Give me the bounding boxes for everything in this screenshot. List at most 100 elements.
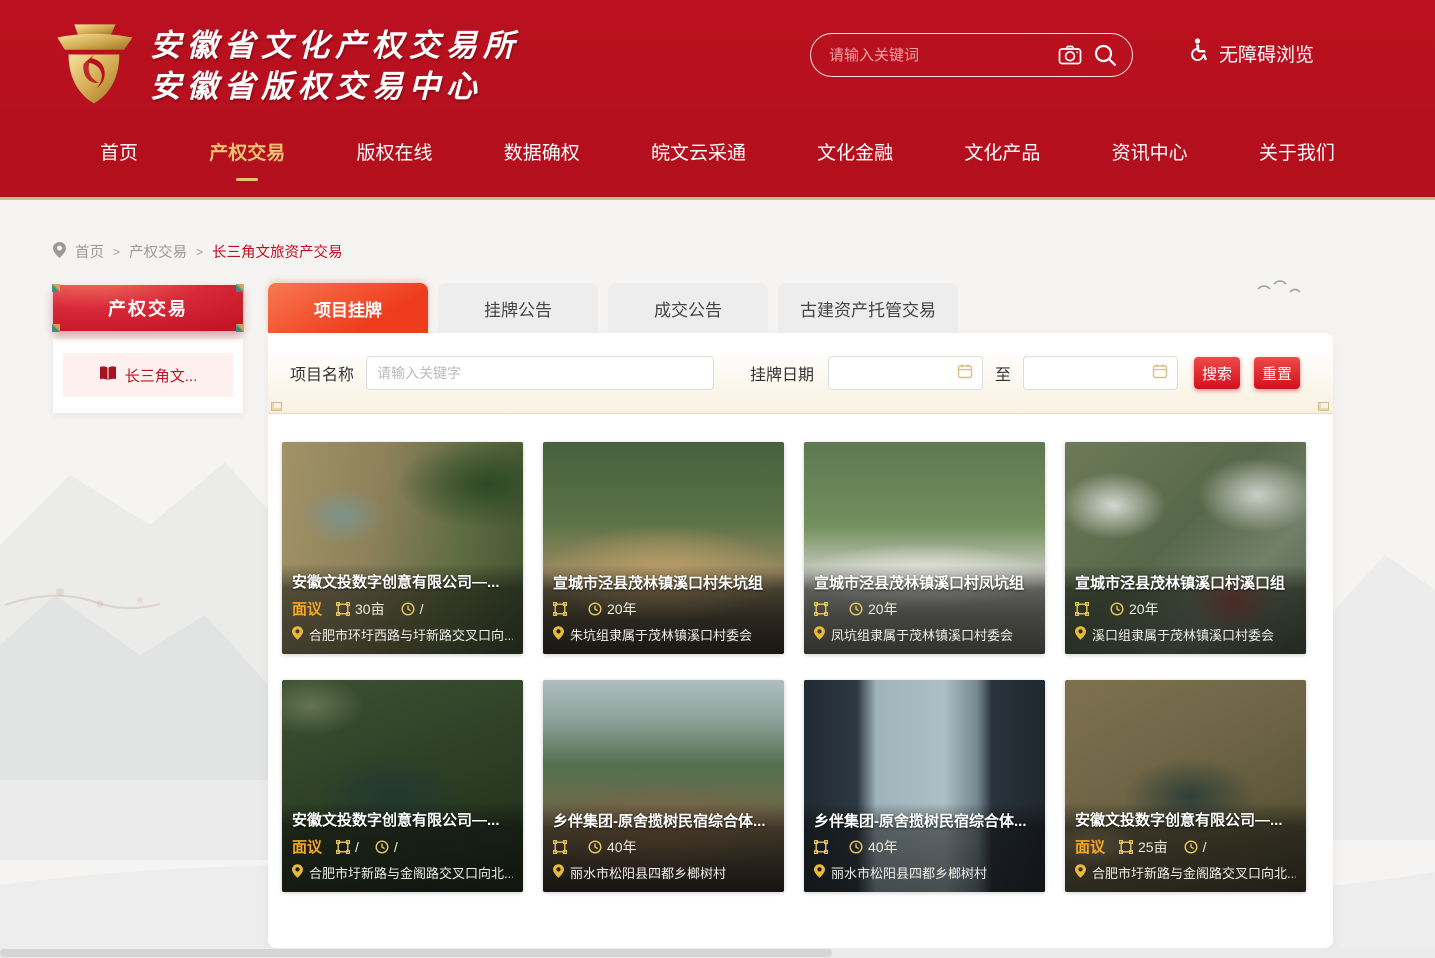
- tab-bar: 项目挂牌 挂牌公告 成交公告 古建资产托管交易: [268, 283, 1333, 333]
- breadcrumb-current: 长三角文旅资产交易: [212, 241, 343, 262]
- area-icon: [1075, 602, 1089, 616]
- card-location: 合肥市圩新路与金阁路交叉口向北...: [292, 863, 513, 882]
- camera-icon[interactable]: [1058, 45, 1082, 65]
- card-meta: 40年: [814, 837, 1035, 857]
- calendar-icon[interactable]: [1152, 363, 1168, 384]
- duration-value: /: [420, 601, 424, 617]
- project-name-label: 项目名称: [290, 361, 354, 385]
- site-title: 安徽省文化产权交易所 安徽省版权交易中心: [150, 26, 520, 108]
- card-overlay: 安徽文投数字创意有限公司—... 面议 / / 合肥市圩新路与金阁路交叉口向北.…: [282, 802, 523, 892]
- nav-item-news-center[interactable]: 资讯中心: [1112, 138, 1188, 177]
- property-card[interactable]: 宣城市泾县茂林镇溪口村溪口组 20年 溪口组隶属于茂林镇溪口村委会: [1065, 442, 1306, 654]
- property-card[interactable]: 安徽文投数字创意有限公司—... 面议 25亩 / 合肥市圩新路与金阁路交叉口向…: [1065, 680, 1306, 892]
- search-button[interactable]: 搜索: [1194, 357, 1240, 389]
- scrollbar-thumb[interactable]: [0, 949, 832, 957]
- card-overlay: 宣城市泾县茂林镇溪口村朱坑组 20年 朱坑组隶属于茂林镇溪口村委会: [543, 565, 784, 654]
- area-icon: [1119, 840, 1133, 854]
- breadcrumb-separator: >: [196, 245, 203, 259]
- tab-transaction-announcement[interactable]: 成交公告: [608, 283, 768, 333]
- start-date-input[interactable]: [828, 356, 983, 390]
- duration-value: 40年: [607, 837, 637, 857]
- card-meta: 面议 30亩 /: [292, 598, 513, 619]
- location-pin-icon: [814, 864, 825, 881]
- property-card[interactable]: 安徽文投数字创意有限公司—... 面议 / / 合肥市圩新路与金阁路交叉口向北.…: [282, 680, 523, 892]
- property-card[interactable]: 安徽文投数字创意有限公司—... 面议 30亩 / 合肥市环圩西路与圩新路交叉口…: [282, 442, 523, 654]
- search-icon[interactable]: [1092, 42, 1118, 68]
- card-location: 合肥市圩新路与金阁路交叉口向北...: [1075, 863, 1296, 882]
- reset-button[interactable]: 重置: [1254, 357, 1300, 389]
- card-location: 溪口组隶属于茂林镇溪口村委会: [1075, 625, 1296, 644]
- nav-item-cloud-procurement[interactable]: 皖文云采通: [651, 138, 746, 177]
- clock-icon: [401, 602, 415, 616]
- accessibility-link[interactable]: 无障碍浏览: [1188, 38, 1314, 68]
- end-date-input[interactable]: [1023, 356, 1178, 390]
- property-card[interactable]: 宣城市泾县茂林镇溪口村朱坑组 20年 朱坑组隶属于茂林镇溪口村委会: [543, 442, 784, 654]
- card-title: 乡伴集团-原舍揽树民宿综合体...: [553, 810, 774, 831]
- tab-ancient-building-custody[interactable]: 古建资产托管交易: [778, 283, 958, 333]
- area-icon: [336, 840, 350, 854]
- nav-item-about-us[interactable]: 关于我们: [1259, 138, 1335, 177]
- tab-listing-announcement[interactable]: 挂牌公告: [438, 283, 598, 333]
- breadcrumb-separator: >: [113, 245, 120, 259]
- corner-ornament: [236, 284, 244, 292]
- location-text: 合肥市圩新路与金阁路交叉口向北...: [309, 863, 513, 882]
- wheelchair-icon: [1188, 38, 1210, 68]
- property-card[interactable]: 宣城市泾县茂林镇溪口村凤坑组 20年 凤坑组隶属于茂林镇溪口村委会: [804, 442, 1045, 654]
- clock-icon: [588, 840, 602, 854]
- nav-item-property-trade[interactable]: 产权交易: [209, 138, 285, 177]
- nav-item-culture-products[interactable]: 文化产品: [964, 138, 1040, 177]
- location-text: 丽水市松阳县四都乡榔树村: [570, 863, 726, 882]
- breadcrumb-property-trade[interactable]: 产权交易: [129, 241, 187, 262]
- card-meta: 40年: [553, 837, 774, 857]
- site-header: 安徽省文化产权交易所 安徽省版权交易中心: [0, 0, 1435, 200]
- filter-corner-ornament: [1318, 402, 1329, 411]
- card-overlay: 宣城市泾县茂林镇溪口村凤坑组 20年 凤坑组隶属于茂林镇溪口村委会: [804, 565, 1045, 654]
- breadcrumb: 首页 > 产权交易 > 长三角文旅资产交易: [53, 241, 343, 262]
- card-overlay: 安徽文投数字创意有限公司—... 面议 25亩 / 合肥市圩新路与金阁路交叉口向…: [1065, 802, 1306, 892]
- card-meta: 面议 25亩 /: [1075, 836, 1296, 857]
- sidebar-item-yangtze-delta[interactable]: 长三角文...: [63, 353, 233, 397]
- price-negotiable: 面议: [292, 836, 322, 857]
- area-icon: [814, 840, 828, 854]
- filter-corner-ornament: [271, 402, 282, 411]
- location-text: 溪口组隶属于茂林镇溪口村委会: [1092, 625, 1274, 644]
- card-location: 丽水市松阳县四都乡榔树村: [553, 863, 774, 882]
- project-name-input[interactable]: [366, 356, 714, 390]
- nav-item-home[interactable]: 首页: [100, 138, 138, 177]
- card-meta: 20年: [1075, 599, 1296, 619]
- location-text: 合肥市环圩西路与圩新路交叉口向...: [309, 625, 513, 644]
- card-title: 宣城市泾县茂林镇溪口村凤坑组: [814, 572, 1035, 593]
- clock-icon: [1184, 840, 1198, 854]
- card-title: 安徽文投数字创意有限公司—...: [1075, 809, 1296, 830]
- property-card[interactable]: 乡伴集团-原舍揽树民宿综合体... 40年 丽水市松阳县四都乡榔树村: [804, 680, 1045, 892]
- card-meta: 面议 / /: [292, 836, 513, 857]
- duration-value: /: [1203, 839, 1207, 855]
- location-pin-icon: [292, 864, 303, 881]
- site-logo[interactable]: [46, 16, 140, 108]
- tab-project-listing[interactable]: 项目挂牌: [268, 283, 428, 333]
- breadcrumb-home[interactable]: 首页: [75, 241, 104, 262]
- clock-icon: [849, 602, 863, 616]
- area-icon: [814, 602, 828, 616]
- property-card[interactable]: 乡伴集团-原舍揽树民宿综合体... 40年 丽水市松阳县四都乡榔树村: [543, 680, 784, 892]
- nav-item-copyright-online[interactable]: 版权在线: [356, 138, 432, 177]
- horizontal-scrollbar[interactable]: [0, 948, 1435, 958]
- area-icon: [553, 840, 567, 854]
- card-title: 安徽文投数字创意有限公司—...: [292, 809, 513, 830]
- calendar-icon[interactable]: [957, 363, 973, 384]
- property-card-grid: 安徽文投数字创意有限公司—... 面议 30亩 / 合肥市环圩西路与圩新路交叉口…: [268, 414, 1333, 892]
- card-overlay: 安徽文投数字创意有限公司—... 面议 30亩 / 合肥市环圩西路与圩新路交叉口…: [282, 564, 523, 654]
- sidebar-title: 产权交易: [53, 285, 243, 331]
- filter-bar: 项目名称 挂牌日期 至 搜索: [268, 333, 1333, 414]
- nav-item-culture-finance[interactable]: 文化金融: [817, 138, 893, 177]
- date-to-label: 至: [995, 361, 1011, 385]
- corner-ornament: [236, 324, 244, 332]
- sidebar-title-label: 产权交易: [108, 295, 188, 321]
- location-text: 丽水市松阳县四都乡榔树村: [831, 863, 987, 882]
- header-search-input[interactable]: [829, 47, 1048, 64]
- location-pin-icon: [553, 626, 564, 643]
- nav-item-data-rights[interactable]: 数据确权: [504, 138, 580, 177]
- duration-value: 40年: [868, 837, 898, 857]
- card-overlay: 乡伴集团-原舍揽树民宿综合体... 40年 丽水市松阳县四都乡榔树村: [543, 803, 784, 892]
- card-title: 宣城市泾县茂林镇溪口村朱坑组: [553, 572, 774, 593]
